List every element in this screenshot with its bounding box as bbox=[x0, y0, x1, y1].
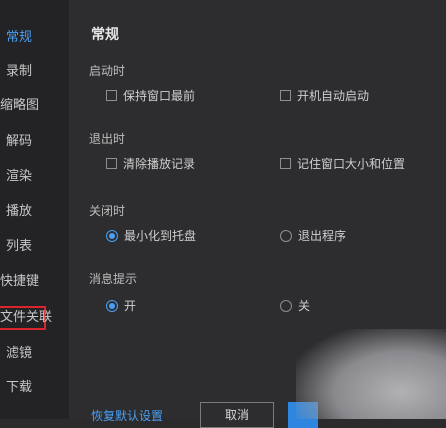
option-exit-program[interactable]: 退出程序 bbox=[280, 227, 346, 244]
option-notify-off[interactable]: 关 bbox=[280, 297, 310, 314]
section-label-notify: 消息提示 bbox=[89, 272, 138, 286]
option-label: 最小化到托盘 bbox=[124, 229, 197, 243]
option-label: 关 bbox=[298, 299, 311, 313]
sidebar-item-filter[interactable]: 滤镜 bbox=[6, 342, 75, 366]
option-remember-window[interactable]: 记住窗口大小和位置 bbox=[280, 155, 405, 172]
cancel-button[interactable]: 取消 bbox=[200, 402, 274, 428]
checkbox-icon[interactable] bbox=[280, 90, 291, 101]
option-label: 开 bbox=[124, 299, 137, 313]
radio-selected-icon[interactable] bbox=[106, 229, 118, 242]
sidebar-item-thumbnail[interactable]: 缩略图 bbox=[0, 94, 69, 118]
option-autostart[interactable]: 开机自动启动 bbox=[280, 87, 369, 104]
radio-icon[interactable] bbox=[280, 299, 292, 312]
radio-icon[interactable] bbox=[280, 229, 292, 242]
sidebar: 常规 录制 缩略图 解码 渲染 播放 列表 快捷键 文件关联 滤镜 下载 bbox=[0, 0, 69, 419]
sidebar-item-decode[interactable]: 解码 bbox=[6, 130, 75, 154]
restore-defaults-link[interactable]: 恢复默认设置 bbox=[91, 407, 163, 424]
section-label-close: 关闭时 bbox=[89, 204, 126, 218]
option-label: 清除播放记录 bbox=[123, 157, 196, 171]
sidebar-item-hotkeys[interactable]: 快捷键 bbox=[0, 270, 69, 294]
sidebar-item-download[interactable]: 下载 bbox=[6, 376, 75, 400]
option-label: 退出程序 bbox=[298, 229, 347, 243]
sidebar-item-list[interactable]: 列表 bbox=[6, 235, 75, 259]
sidebar-item-file-association[interactable]: 文件关联 bbox=[0, 306, 52, 330]
radio-selected-icon[interactable] bbox=[106, 299, 118, 312]
blurred-corner bbox=[296, 329, 446, 419]
option-label: 开机自动启动 bbox=[297, 89, 370, 103]
sidebar-item-record[interactable]: 录制 bbox=[6, 60, 75, 84]
section-label-exit: 退出时 bbox=[89, 132, 126, 146]
sidebar-item-render[interactable]: 渲染 bbox=[6, 165, 75, 189]
option-label: 记住窗口大小和位置 bbox=[297, 157, 406, 171]
page-title: 常规 bbox=[91, 27, 119, 43]
sidebar-item-playback[interactable]: 播放 bbox=[6, 200, 75, 224]
checkbox-icon[interactable] bbox=[280, 158, 291, 169]
settings-panel: 常规 启动时 保持窗口最前 开机自动启动 退出时 清除播放记录 记住窗口大小和位… bbox=[69, 0, 446, 428]
checkbox-icon[interactable] bbox=[106, 90, 117, 101]
option-clear-history[interactable]: 清除播放记录 bbox=[106, 155, 195, 172]
option-minimize-to-tray[interactable]: 最小化到托盘 bbox=[106, 227, 196, 244]
option-label: 保持窗口最前 bbox=[123, 89, 196, 103]
checkbox-icon[interactable] bbox=[106, 158, 117, 169]
option-keep-on-top[interactable]: 保持窗口最前 bbox=[106, 87, 195, 104]
sidebar-item-general[interactable]: 常规 bbox=[6, 26, 75, 50]
option-notify-on[interactable]: 开 bbox=[106, 297, 136, 314]
section-label-startup: 启动时 bbox=[89, 64, 126, 78]
